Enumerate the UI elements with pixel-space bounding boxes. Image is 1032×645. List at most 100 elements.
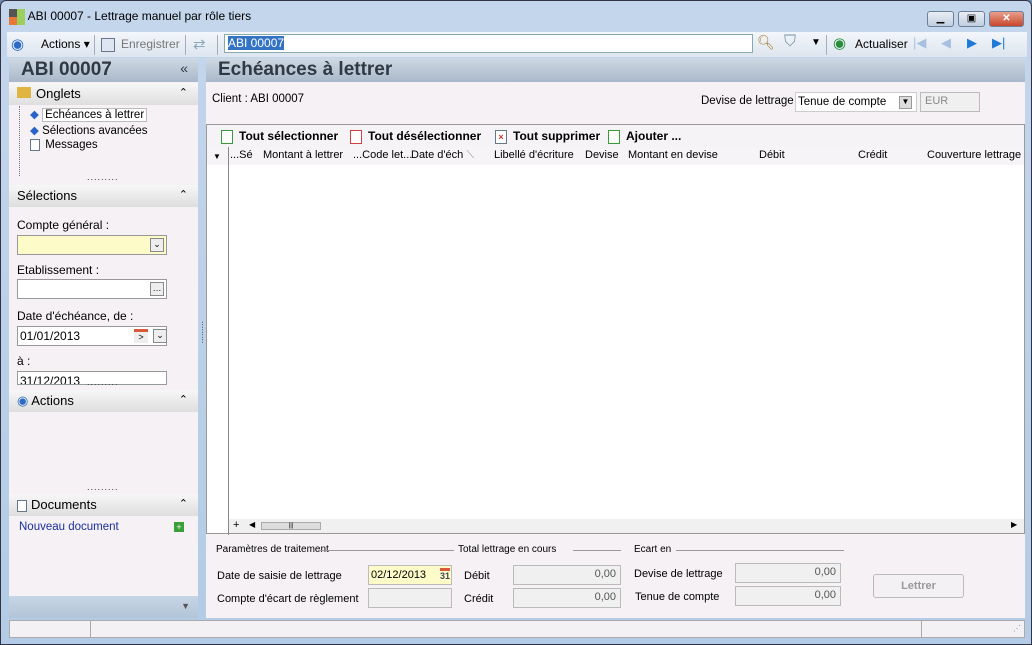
column-header[interactable]: ...Sé bbox=[230, 149, 253, 161]
devise-value: Tenue de compte bbox=[798, 96, 887, 108]
date-saisie-input[interactable]: 02/12/2013 31 bbox=[368, 565, 452, 585]
collapse-icon[interactable]: ⌃ bbox=[179, 188, 188, 201]
title-bar: ABI 00007 - Lettrage manuel par rôle tie… bbox=[9, 9, 909, 31]
calendar-icon[interactable]: > bbox=[134, 329, 148, 343]
calendar-icon[interactable]: 31 bbox=[439, 568, 450, 581]
select-all-button[interactable]: Tout sélectionner bbox=[221, 129, 338, 144]
actions-header[interactable]: ◉ Actions ⌃ bbox=[9, 390, 198, 412]
refresh-button[interactable]: Actualiser bbox=[855, 37, 908, 51]
client-label: Client : ABI 00007 bbox=[212, 93, 305, 105]
tab-echeances[interactable]: ◆ Echéances à lettrer bbox=[20, 106, 199, 122]
resize-grip-icon[interactable]: ⋰ bbox=[1013, 624, 1021, 633]
collapse-panel-icon[interactable]: « bbox=[180, 60, 188, 76]
maximize-button[interactable]: ▣ bbox=[958, 11, 985, 27]
collapse-icon[interactable]: ⌃ bbox=[179, 497, 188, 510]
column-header[interactable]: Montant à lettrer bbox=[263, 149, 343, 161]
column-header[interactable]: Libellé d'écriture bbox=[494, 149, 574, 161]
first-record-icon[interactable]: |◀ bbox=[913, 35, 926, 51]
delete-icon: × bbox=[495, 129, 507, 144]
dropdown-icon[interactable]: ⌄ bbox=[153, 329, 167, 343]
button-label: Tout sélectionner bbox=[239, 129, 339, 143]
column-header[interactable]: Date d'éch ⟍ bbox=[411, 149, 474, 162]
previous-record-icon[interactable]: ◀ bbox=[941, 35, 951, 51]
add-button[interactable]: Ajouter ... bbox=[608, 129, 681, 144]
etablissement-label: Etablissement : bbox=[17, 263, 100, 277]
etablissement-input[interactable]: … bbox=[17, 279, 167, 299]
filter-icon[interactable]: ⛉ bbox=[784, 33, 796, 51]
date-from-value: 01/01/2013 bbox=[20, 329, 81, 343]
ellipsis-icon[interactable]: … bbox=[150, 282, 164, 296]
chevron-down-icon[interactable]: ▼ bbox=[181, 601, 190, 611]
row-header-divider bbox=[228, 147, 229, 535]
button-label: Tout supprimer bbox=[513, 129, 601, 143]
column-header[interactable]: ...Code let... bbox=[353, 149, 412, 161]
compte-general-input[interactable]: ⌄ bbox=[17, 235, 167, 255]
date-from-input[interactable]: 01/01/2013 > ⌄ bbox=[17, 326, 167, 346]
column-header[interactable]: Débit bbox=[759, 149, 785, 161]
divider bbox=[573, 550, 621, 551]
chevron-down-icon: ▼ bbox=[899, 96, 912, 109]
double-chevron-icon[interactable]: ⌄ bbox=[150, 238, 164, 252]
date-to-value: 31/12/2013 bbox=[20, 374, 81, 385]
column-header[interactable]: Couverture lettrage bbox=[927, 149, 1021, 161]
horizontal-scrollbar[interactable]: + ◀ ||| ▶ bbox=[229, 519, 1024, 533]
next-record-icon[interactable]: ▶ bbox=[967, 35, 977, 51]
search-input[interactable]: ABI 00007 bbox=[224, 34, 753, 53]
sync-icon[interactable]: ⇄ bbox=[193, 35, 206, 53]
new-document-link[interactable]: Nouveau document bbox=[19, 521, 119, 533]
panel-footer: ▼ bbox=[9, 596, 198, 618]
add-icon bbox=[608, 129, 620, 144]
deselect-all-button[interactable]: Tout désélectionner bbox=[350, 129, 481, 144]
tab-selections-avancees[interactable]: ◆ Sélections avancées bbox=[20, 122, 199, 138]
grid: Tout sélectionner Tout désélectionner × T… bbox=[206, 124, 1025, 535]
document-icon bbox=[17, 499, 27, 512]
lettrer-button[interactable]: Lettrer bbox=[873, 574, 964, 598]
actions-menu[interactable]: Actions ▾ bbox=[41, 37, 90, 51]
actions-label: Actions bbox=[41, 37, 81, 51]
tab-messages[interactable]: Messages bbox=[20, 138, 199, 152]
onglets-header[interactable]: Onglets ⌃ bbox=[9, 83, 198, 105]
ecart-devise-label: Devise de lettrage bbox=[634, 568, 723, 580]
date-from-label: Date d'échéance, de : bbox=[17, 309, 134, 323]
save-label: Enregistrer bbox=[121, 37, 180, 51]
ecart-tenue-label: Tenue de compte bbox=[635, 591, 720, 603]
search-icon[interactable]: 🔍︎ bbox=[757, 34, 775, 51]
save-button[interactable]: Enregistrer bbox=[101, 37, 180, 52]
resize-grip[interactable]: ......... bbox=[87, 172, 123, 182]
page-title: Echéances à lettrer bbox=[206, 58, 1025, 82]
params-title: Paramètres de traitement bbox=[216, 544, 329, 555]
minimize-button[interactable]: ▁ bbox=[927, 11, 954, 27]
application-window: ABI 00007 - Lettrage manuel par rôle tie… bbox=[0, 0, 1032, 645]
add-icon[interactable]: + bbox=[174, 522, 184, 532]
resize-grip[interactable]: ......... bbox=[87, 482, 123, 492]
column-header[interactable]: Crédit bbox=[858, 149, 887, 161]
column-menu-icon[interactable]: ▼ bbox=[213, 152, 221, 161]
separator bbox=[185, 35, 186, 55]
add-row-icon[interactable]: + bbox=[233, 519, 239, 531]
status-bar: ⋰ bbox=[9, 620, 1025, 638]
devise-select[interactable]: Tenue de compte ▼ bbox=[795, 92, 917, 112]
documents-header[interactable]: Documents ⌃ bbox=[9, 494, 198, 516]
selections-header[interactable]: Sélections ⌃ bbox=[9, 185, 198, 207]
collapse-icon[interactable]: ⌃ bbox=[179, 86, 188, 99]
collapse-icon[interactable]: ⌃ bbox=[179, 393, 188, 406]
column-header-label: Date d'éch bbox=[411, 149, 464, 161]
compte-ecart-input[interactable] bbox=[368, 588, 452, 608]
delete-all-button[interactable]: × Tout supprimer bbox=[495, 129, 600, 144]
column-header[interactable]: Devise bbox=[585, 149, 619, 161]
separator bbox=[217, 35, 218, 55]
close-button[interactable]: ✕ bbox=[989, 11, 1024, 27]
filter-dropdown-icon[interactable]: ▼ bbox=[811, 37, 821, 48]
scroll-left-icon[interactable]: ◀ bbox=[249, 520, 255, 529]
target-icon: ◉ bbox=[11, 36, 25, 53]
resize-grip[interactable]: ......... bbox=[87, 377, 123, 387]
main-panel: Echéances à lettrer Client : ABI 00007 D… bbox=[206, 58, 1025, 618]
column-header[interactable]: Montant en devise bbox=[628, 149, 718, 161]
scroll-right-icon[interactable]: ▶ bbox=[1011, 520, 1017, 529]
last-record-icon[interactable]: ▶| bbox=[992, 35, 1005, 51]
divider bbox=[921, 621, 922, 637]
diamond-icon: ◆ bbox=[30, 125, 39, 137]
debit-value: 0,00 bbox=[513, 565, 621, 585]
sort-icon: ⟍ bbox=[466, 149, 475, 161]
scroll-thumb[interactable]: ||| bbox=[261, 522, 321, 530]
